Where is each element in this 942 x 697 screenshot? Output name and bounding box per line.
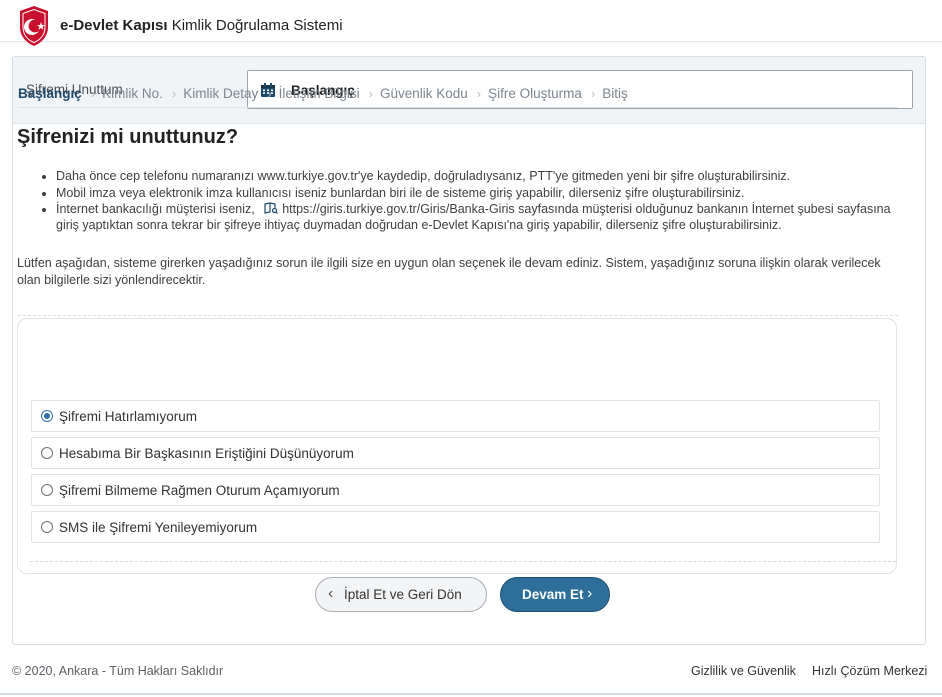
- top-bar: e-Devlet Kapısı Kimlik Doğrulama Sistemi: [0, 0, 942, 46]
- external-book-icon: [264, 202, 279, 214]
- step-baslangic: Başlangıç: [18, 86, 82, 101]
- bank-login-link[interactable]: https://giris.turkiye.gov.tr/Giris/Banka…: [282, 202, 514, 216]
- chevron-right-icon: ›: [171, 86, 177, 101]
- continue-label: Devam Et: [522, 587, 584, 602]
- main-heading: Şifrenizi mi unuttunuz?: [17, 126, 239, 148]
- brand-title: e-Devlet Kapısı Kimlik Doğrulama Sistemi: [60, 17, 343, 34]
- cancel-button[interactable]: ‹ İptal Et ve Geri Dön: [315, 577, 487, 612]
- panel-divider: [18, 315, 898, 316]
- chevron-left-icon: ‹: [328, 585, 334, 602]
- step-sifre-olusturma: Şifre Oluşturma: [488, 86, 582, 101]
- radio-button[interactable]: [41, 410, 53, 422]
- crescent-shield-icon[interactable]: [16, 5, 52, 47]
- chevron-right-icon: ›: [90, 86, 96, 101]
- brand-name: e-Devlet Kapısı: [60, 17, 168, 34]
- info-item-phone: Daha önce cep telefonu numaranızı www.tu…: [56, 169, 906, 185]
- radio-button[interactable]: [41, 447, 53, 459]
- chevron-right-icon: ›: [476, 86, 482, 101]
- privacy-link[interactable]: Gizlilik ve Güvenlik: [691, 664, 796, 678]
- help-center-link[interactable]: Hızlı Çözüm Merkezi: [812, 664, 927, 678]
- brand-subtitle: Kimlik Doğrulama Sistemi: [171, 17, 343, 34]
- options-panel: Şifremi Hatırlamıyorum Hesabıma Bir Başk…: [17, 315, 898, 574]
- option-oturum-acamiyorum[interactable]: Şifremi Bilmeme Rağmen Oturum Açamıyorum: [31, 474, 880, 506]
- bank-text-pre: İnternet bankacılığı müşterisi iseniz,: [56, 202, 255, 216]
- cancel-label: İptal Et ve Geri Dön: [344, 587, 462, 602]
- option-label: Şifremi Bilmeme Rağmen Oturum Açamıyorum: [59, 483, 340, 498]
- option-sms-yenileyemiyorum[interactable]: SMS ile Şifremi Yenileyemiyorum: [31, 511, 880, 543]
- option-label: Şifremi Hatırlamıyorum: [59, 409, 198, 424]
- step-kimlik-no: Kimlik No.: [102, 86, 163, 101]
- buttons-divider: [30, 561, 896, 562]
- radio-button[interactable]: [41, 521, 53, 533]
- step-iletisim-bilgisi: İletişim Bilgisi: [278, 86, 360, 101]
- radio-button[interactable]: [41, 484, 53, 496]
- info-item-esignature: Mobil imza veya elektronik imza kullanıc…: [56, 186, 906, 202]
- info-item-bank: İnternet bankacılığı müşterisi iseniz, h…: [56, 202, 906, 233]
- info-list: Daha önce cep telefonu numaranızı www.tu…: [56, 169, 906, 234]
- copyright-text: © 2020, Ankara - Tüm Hakları Saklıdır: [12, 664, 224, 678]
- option-label: Hesabıma Bir Başkasının Eriştiğini Düşün…: [59, 446, 354, 461]
- option-label: SMS ile Şifremi Yenileyemiyorum: [59, 520, 258, 535]
- step-bitis: Bitiş: [602, 86, 628, 101]
- option-sifremi-hatirlamiyorum[interactable]: Şifremi Hatırlamıyorum: [31, 400, 880, 432]
- footer-border: [0, 693, 942, 695]
- option-hesabima-erisim[interactable]: Hesabıma Bir Başkasının Eriştiğini Düşün…: [31, 437, 880, 469]
- chevron-right-icon: ›: [267, 86, 272, 101]
- continue-button[interactable]: Devam Et ›: [500, 577, 610, 612]
- chevron-right-icon: ›: [587, 585, 593, 602]
- step-kimlik-detay: Kimlik Detay: [183, 86, 259, 101]
- step-guvenlik-kodu: Güvenlik Kodu: [379, 86, 468, 101]
- step-breadcrumb: Başlangıç › Kimlik No. › Kimlik Detay › İletiş…: [18, 86, 898, 108]
- chevron-right-icon: ›: [590, 86, 596, 101]
- intro-text: Lütfen aşağıdan, sisteme girerken yaşadı…: [17, 256, 881, 287]
- chevron-right-icon: ›: [368, 86, 373, 101]
